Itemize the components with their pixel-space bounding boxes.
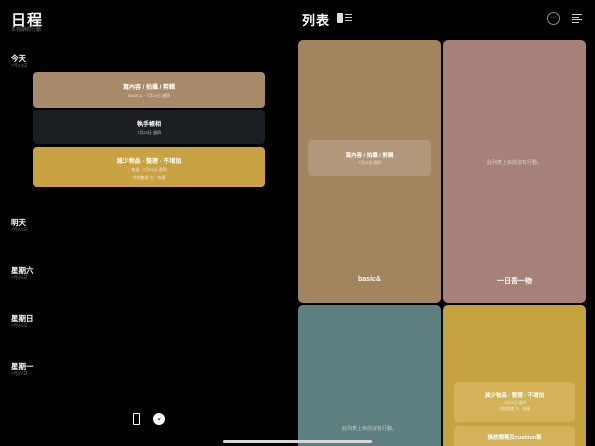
chevron-down-icon[interactable]: ⌄	[153, 413, 165, 425]
task-meta: 7月23日 週四	[358, 160, 381, 165]
task-title: 減少物品 · 整理 · 不增加	[484, 393, 545, 399]
more-icon[interactable]: ···	[547, 12, 560, 25]
event-meta: 每週 · 7月23日 週四	[131, 167, 167, 172]
menu-icon[interactable]	[572, 14, 582, 23]
day-date-sunday: 7月26日	[11, 323, 28, 328]
list-card-name: basic&	[358, 276, 381, 283]
task-meta: 衣物整理 方 · 衣服	[498, 407, 530, 411]
event-card[interactable]: 減少物品 · 整理 · 不增加 每週 · 7月23日 週四 衣物整理 方 · 衣…	[33, 147, 265, 187]
sidebar-icon[interactable]	[133, 413, 140, 425]
schedule-pane: 日程 本週期的行動 今天 7月23日 寫內容 / 拍攝 / 剪輯 BASIC& …	[0, 0, 290, 446]
event-card[interactable]: 寫內容 / 拍攝 / 剪輯 BASIC& · 7月23日 週四	[33, 72, 265, 108]
home-indicator[interactable]	[223, 440, 372, 443]
task-title: 寫內容 / 拍攝 / 剪輯	[345, 153, 394, 159]
event-meta: BASIC& · 7月23日 週四	[127, 93, 170, 98]
day-date-today: 7月23日	[11, 63, 28, 68]
task-card[interactable]: 換枕頭套及cushion套	[454, 426, 575, 446]
list-card-teal[interactable]: 此列表上目前沒有行動。	[298, 305, 441, 446]
task-meta: 7月23日 週四	[503, 400, 526, 405]
empty-message: 此列表上目前沒有行動。	[341, 426, 397, 432]
day-date-saturday: 7月25日	[11, 275, 28, 280]
event-title: 執手帳相	[136, 122, 161, 128]
event-card[interactable]: 執手帳相 7月23日 週四	[33, 110, 265, 144]
list-card-one-thing[interactable]: 此列表上目前沒有行動。 一日吾一物	[443, 40, 586, 303]
task-card[interactable]: 減少物品 · 整理 · 不增加 7月23日 週四 衣物整理 方 · 衣服	[454, 382, 575, 422]
task-title: 換枕頭套及cushion套	[487, 435, 542, 441]
schedule-subtitle: 本週期的行動	[11, 27, 42, 33]
event-meta: 衣物整理 方 · 衣服	[132, 175, 166, 180]
list-title: 列表	[302, 13, 331, 28]
day-date-monday: 7月27日	[11, 371, 28, 376]
event-title: 減少物品 · 整理 · 不增加	[116, 159, 182, 165]
list-card-yellow[interactable]: 減少物品 · 整理 · 不增加 7月23日 週四 衣物整理 方 · 衣服 換枕頭…	[443, 305, 586, 446]
list-view-icon[interactable]	[337, 13, 353, 24]
list-card-basic[interactable]: 寫內容 / 拍攝 / 剪輯 7月23日 週四 basic&	[298, 40, 441, 303]
list-card-name: 一日吾一物	[497, 278, 532, 285]
event-title: 寫內容 / 拍攝 / 剪輯	[122, 85, 175, 91]
day-date-tomorrow: 7月24日	[11, 227, 28, 232]
event-meta: 7月23日 週四	[137, 130, 161, 135]
empty-message: 此列表上目前沒有行動。	[486, 160, 542, 166]
task-card[interactable]: 寫內容 / 拍攝 / 剪輯 7月23日 週四	[308, 140, 431, 176]
